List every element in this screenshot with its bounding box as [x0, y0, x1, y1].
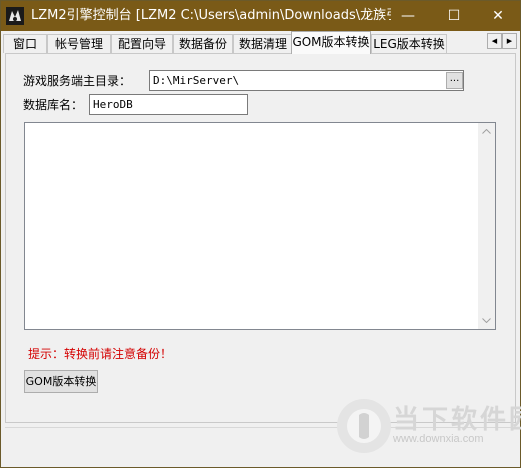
backup-warning-text: 提示：转换前请注意备份！ — [28, 347, 173, 361]
db-name-input[interactable]: HeroDB — [89, 94, 248, 115]
browse-button[interactable]: ... — [446, 72, 463, 89]
tab-gom-conversion[interactable]: GOM版本转换 — [291, 31, 371, 54]
window-title: LZM2引擎控制台 [LZM2 C:\Users\admin\Downloads… — [31, 8, 391, 23]
db-name-label: 数据库名： — [23, 98, 84, 112]
gom-conversion-panel: 游戏服务端主目录： D:\MirServer\ ... 数据库名： HeroDB… — [5, 53, 516, 423]
watermark-name: 当下软件园 — [393, 405, 521, 435]
tab-scroll-left-button[interactable]: ◀ — [487, 33, 502, 49]
minimize-icon: — — [401, 8, 415, 24]
chevron-left-icon: ◀ — [491, 37, 498, 45]
tab-window[interactable]: 窗口 — [3, 34, 47, 53]
tab-strip: 窗口 帐号管理 配置向导 数据备份 数据清理 GOM版本转换 LEG版本转换 ◀… — [1, 31, 520, 54]
app-window: LZM2引擎控制台 [LZM2 C:\Users\admin\Downloads… — [0, 0, 521, 468]
log-scrollbar[interactable] — [478, 123, 495, 329]
server-dir-input[interactable]: D:\MirServer\ — [149, 70, 464, 91]
tab-data-cleanup[interactable]: 数据清理 — [233, 34, 293, 53]
db-name-value: HeroDB — [93, 98, 133, 111]
title-bar[interactable]: LZM2引擎控制台 [LZM2 C:\Users\admin\Downloads… — [1, 1, 520, 31]
chevron-right-icon: ▶ — [506, 37, 513, 45]
log-textarea[interactable] — [24, 122, 496, 330]
close-icon: ✕ — [492, 8, 504, 24]
tab-data-backup[interactable]: 数据备份 — [173, 34, 233, 53]
close-button[interactable]: ✕ — [475, 1, 521, 31]
server-dir-label: 游戏服务端主目录： — [23, 74, 132, 88]
tab-account-management[interactable]: 帐号管理 — [47, 34, 111, 53]
watermark-logo-icon — [337, 399, 391, 453]
maximize-button[interactable]: ☐ — [431, 1, 477, 31]
scroll-down-icon[interactable] — [478, 312, 495, 329]
watermark-url: www.downxia.com — [393, 433, 484, 445]
tab-leg-conversion[interactable]: LEG版本转换 — [371, 34, 447, 53]
server-dir-value: D:\MirServer\ — [153, 74, 240, 87]
tab-config-wizard[interactable]: 配置向导 — [111, 34, 173, 53]
scroll-up-icon[interactable] — [478, 123, 495, 140]
minimize-button[interactable]: — — [385, 1, 431, 31]
gom-convert-button[interactable]: GOM版本转换 — [24, 370, 98, 393]
watermark: 当下软件园 www.downxia.com — [335, 397, 521, 457]
app-logo-icon — [6, 7, 24, 25]
tab-scroll-right-button[interactable]: ▶ — [502, 33, 517, 49]
maximize-icon: ☐ — [447, 8, 461, 24]
